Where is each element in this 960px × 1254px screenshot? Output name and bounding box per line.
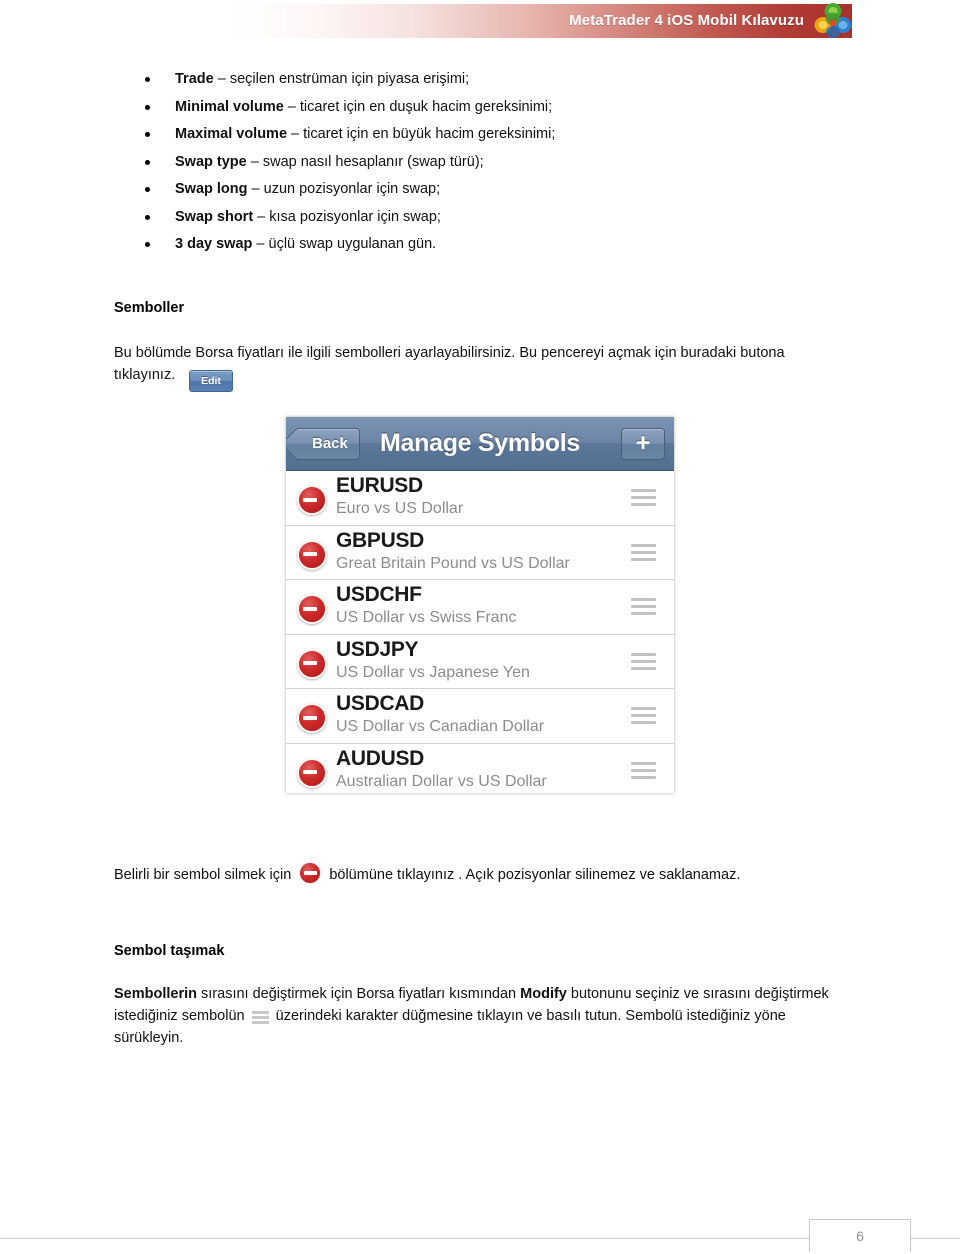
delete-note-after: bölümüne tıklayınız . Açık pozisyonlar s… bbox=[325, 867, 741, 883]
feature-bullet-list: Trade – seçilen enstrüman için piyasa er… bbox=[140, 66, 840, 259]
bullet-desc: üçlü swap uygulanan gün. bbox=[268, 236, 437, 252]
header-banner: MetaTrader 4 iOS Mobil Kılavuzu bbox=[232, 4, 852, 38]
bullet-dot-icon bbox=[145, 242, 150, 247]
sembol-tasimak-paragraph: Sembollerin sırasını değiştirmek için Bo… bbox=[114, 983, 849, 1049]
bullet-dot-icon bbox=[145, 187, 150, 192]
bullet-dash: – bbox=[246, 153, 263, 170]
symbol-description: Great Britain Pound vs US Dollar bbox=[336, 554, 570, 572]
para-bold-modify: Modify bbox=[520, 986, 567, 1002]
delete-note-before: Belirli bir sembol silmek için bbox=[114, 867, 296, 883]
bullet-desc: ticaret için en büyük hacim gereksinimi; bbox=[303, 126, 556, 142]
bullet-term: 3 day swap bbox=[175, 236, 253, 252]
bullet-dot-icon bbox=[145, 77, 150, 82]
footer-divider-right bbox=[911, 1238, 960, 1239]
add-symbol-button[interactable]: + bbox=[621, 428, 665, 460]
bullet-desc: uzun pozisyonlar için swap; bbox=[263, 181, 441, 197]
list-item: Swap long – uzun pozisyonlar için swap; bbox=[140, 176, 840, 204]
symbol-description: US Dollar vs Canadian Dollar bbox=[336, 718, 545, 736]
bullet-term: Trade bbox=[175, 71, 214, 87]
bullet-desc: kısa pozisyonlar için swap; bbox=[269, 208, 441, 225]
reorder-handle-icon[interactable] bbox=[631, 761, 656, 779]
bullet-dot-icon bbox=[145, 104, 150, 110]
symbol-name: USDCHF bbox=[336, 583, 422, 607]
reorder-handle-icon[interactable] bbox=[631, 489, 656, 506]
bullet-dash: – bbox=[252, 236, 269, 252]
symbol-description: Australian Dollar vs US Dollar bbox=[336, 772, 547, 790]
footer-divider-left bbox=[0, 1238, 809, 1239]
bullet-dash: – bbox=[253, 208, 270, 225]
bullet-desc: ticaret için en duşuk hacim gereksinimi; bbox=[299, 98, 553, 115]
back-button-label: Back bbox=[312, 435, 348, 452]
bullet-desc: seçilen enstrüman için piyasa erişimi; bbox=[229, 71, 470, 87]
para-text-1: sırasını değiştirmek için Borsa fiyatlar… bbox=[197, 986, 521, 1002]
list-item: 3 day swap – üçlü swap uygulanan gün. bbox=[140, 231, 840, 259]
bullet-dash: – bbox=[283, 98, 300, 115]
reorder-handle-icon bbox=[251, 1011, 269, 1024]
minus-circle-icon[interactable] bbox=[297, 594, 327, 625]
para-bold-sembollerin: Sembollerin bbox=[114, 986, 197, 1002]
table-row[interactable]: USDCAD US Dollar vs Canadian Dollar bbox=[286, 689, 674, 744]
edit-button[interactable]: Edit bbox=[189, 370, 233, 392]
bullet-dash: – bbox=[213, 71, 230, 87]
table-row[interactable]: GBPUSD Great Britain Pound vs US Dollar bbox=[286, 525, 674, 581]
symbol-description: Euro vs US Dollar bbox=[336, 500, 464, 517]
sembol-tasimak-heading: Sembol taşımak bbox=[114, 943, 225, 959]
reorder-handle-icon[interactable] bbox=[631, 598, 656, 616]
bullet-dot-icon bbox=[145, 132, 150, 137]
symbol-description: US Dollar vs Japanese Yen bbox=[336, 663, 530, 681]
list-item: Trade – seçilen enstrüman için piyasa er… bbox=[140, 66, 840, 94]
page-number: 6 bbox=[856, 1228, 864, 1244]
table-row[interactable]: AUDUSD Australian Dollar vs US Dollar bbox=[286, 743, 674, 793]
symbol-name: EURUSD bbox=[336, 474, 423, 497]
delete-note: Belirli bir sembol silmek için bölümüne … bbox=[114, 862, 740, 886]
reorder-handle-icon[interactable] bbox=[631, 543, 656, 561]
table-row[interactable]: USDJPY US Dollar vs Japanese Yen bbox=[286, 634, 674, 690]
symbol-name: GBPUSD bbox=[336, 528, 425, 552]
minus-circle-icon bbox=[299, 862, 322, 884]
semboller-heading: Semboller bbox=[114, 300, 185, 316]
bullet-desc: swap nasıl hesaplanır (swap türü); bbox=[262, 153, 484, 170]
symbol-name: AUDUSD bbox=[336, 746, 425, 770]
bullet-term: Minimal volume bbox=[175, 98, 284, 115]
minus-circle-icon[interactable] bbox=[297, 648, 327, 679]
bullet-term: Swap short bbox=[175, 208, 254, 225]
table-row[interactable]: EURUSD Euro vs US Dollar bbox=[286, 471, 674, 526]
reorder-handle-icon[interactable] bbox=[631, 652, 656, 670]
bullet-term: Maximal volume bbox=[175, 126, 288, 142]
symbol-name: USDCAD bbox=[336, 692, 425, 716]
header-title: MetaTrader 4 iOS Mobil Kılavuzu bbox=[569, 12, 804, 29]
minus-circle-icon[interactable] bbox=[297, 757, 327, 788]
minus-circle-icon[interactable] bbox=[297, 539, 327, 570]
bullet-dash: – bbox=[287, 126, 304, 142]
reorder-handle-icon[interactable] bbox=[631, 707, 656, 725]
symbol-name: USDJPY bbox=[336, 637, 419, 661]
metaquotes-logo-icon bbox=[812, 2, 854, 40]
bullet-term: Swap type bbox=[175, 153, 247, 170]
table-row[interactable]: USDCHF US Dollar vs Swiss Franc bbox=[286, 580, 674, 635]
bullet-dot-icon bbox=[145, 214, 150, 220]
ios-navbar: Back Manage Symbols + bbox=[286, 417, 674, 471]
list-item: Swap type – swap nasıl hesaplanır (swap … bbox=[140, 149, 840, 177]
list-item: Maximal volume – ticaret için en büyük h… bbox=[140, 121, 840, 149]
minus-circle-icon[interactable] bbox=[297, 703, 327, 734]
symbol-description: US Dollar vs Swiss Franc bbox=[336, 609, 517, 627]
bullet-dash: – bbox=[247, 181, 264, 197]
list-item: Swap short – kısa pozisyonlar için swap; bbox=[140, 204, 840, 232]
page-number-box: 6 bbox=[809, 1219, 911, 1252]
manage-symbols-screenshot: Back Manage Symbols + EURUSD Euro vs US … bbox=[286, 417, 674, 793]
bullet-term: Swap long bbox=[175, 181, 248, 197]
bullet-dot-icon bbox=[145, 159, 150, 165]
minus-circle-icon[interactable] bbox=[297, 485, 327, 515]
list-item: Minimal volume – ticaret için en duşuk h… bbox=[140, 94, 840, 122]
